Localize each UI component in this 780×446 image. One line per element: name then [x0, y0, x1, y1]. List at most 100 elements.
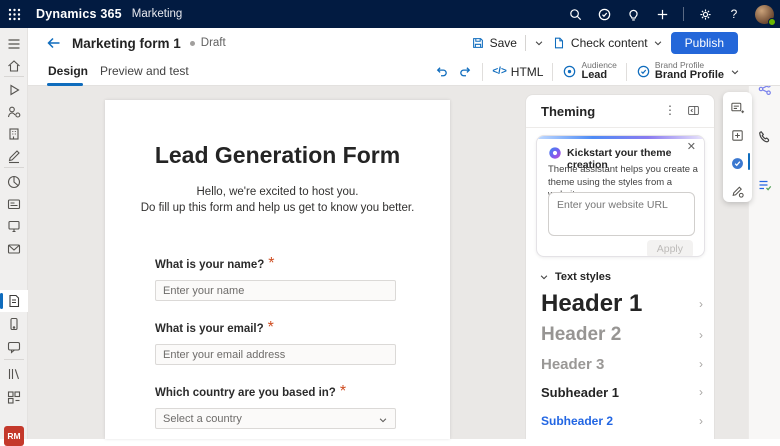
nav-home-icon[interactable]: [6, 58, 22, 74]
waffle-menu-icon[interactable]: [0, 0, 28, 28]
toolbox-active-indicator: [748, 153, 751, 170]
nav-forms-icon[interactable]: [6, 293, 22, 309]
apply-button[interactable]: Apply: [647, 240, 693, 257]
help-icon[interactable]: ?: [726, 6, 742, 22]
app-area[interactable]: Marketing: [132, 8, 183, 20]
style-item-subheader-1[interactable]: Subheader 1 ›: [541, 382, 703, 402]
nav-audience-icon[interactable]: [6, 104, 22, 120]
form-field-email[interactable]: What is your email?*: [155, 319, 396, 365]
theming-panel: Theming ⋮ Kickstart your theme creation …: [525, 94, 715, 439]
check-content-chevron-icon: [653, 38, 663, 48]
toolbar-divider: [626, 63, 627, 81]
save-icon: [471, 36, 485, 50]
nav-selected-indicator: [0, 293, 3, 309]
chevron-right-icon: ›: [699, 385, 703, 399]
nav-mobile-icon[interactable]: [6, 316, 22, 332]
nav-divider: [4, 76, 24, 77]
search-icon[interactable]: [567, 6, 583, 22]
document-icon: [552, 36, 566, 50]
presence-indicator: [768, 18, 776, 26]
audience-icon: [562, 64, 577, 79]
left-nav-rail: RM: [0, 28, 28, 439]
select-chevron-icon: [378, 415, 388, 425]
save-button[interactable]: Save: [471, 36, 517, 50]
active-tab-indicator: [47, 83, 83, 86]
fields-icon[interactable]: [730, 100, 745, 115]
tab-preview-and-test[interactable]: Preview and test: [100, 64, 189, 78]
section-chevron-icon: [539, 272, 549, 282]
kickstart-theme-card: Kickstart your theme creation ✕ Theme as…: [536, 135, 705, 257]
status-badge: Draft: [201, 37, 226, 49]
chevron-right-icon: ›: [699, 414, 703, 428]
nav-library-icon[interactable]: [6, 366, 22, 382]
nav-journeys-icon[interactable]: [6, 218, 22, 234]
save-dropdown-chevron[interactable]: [534, 38, 544, 48]
style-item-subheader-2[interactable]: Subheader 2 ›: [541, 411, 703, 431]
text-styles-section-toggle[interactable]: Text styles: [539, 271, 611, 283]
audience-selector[interactable]: Audience Lead: [562, 61, 616, 81]
chevron-right-icon: ›: [699, 297, 703, 311]
environment-avatar[interactable]: RM: [4, 426, 24, 446]
command-bar: Marketing form 1 Draft Save Check conten…: [28, 28, 780, 58]
phone-icon[interactable]: [757, 129, 773, 145]
close-icon[interactable]: ✕: [687, 142, 696, 153]
redo-icon[interactable]: [458, 64, 473, 79]
chevron-right-icon: ›: [699, 328, 703, 342]
undo-icon[interactable]: [434, 64, 449, 79]
status-dot: [190, 41, 195, 46]
panel-title: Theming: [541, 104, 595, 119]
settings-gear-icon[interactable]: [697, 6, 713, 22]
tab-design[interactable]: Design: [48, 64, 88, 78]
style-item-header-3[interactable]: Header 3 ›: [541, 353, 703, 375]
form-field-name[interactable]: What is your name?*: [155, 255, 396, 301]
nav-divider: [4, 359, 24, 360]
brand-profile-chevron-icon: [730, 67, 740, 77]
lightbulb-icon[interactable]: [625, 6, 641, 22]
nav-email-icon[interactable]: [6, 241, 22, 257]
back-arrow-icon[interactable]: [46, 35, 62, 51]
nav-cards-icon[interactable]: [6, 196, 22, 212]
top-app-bar: Dynamics 365 Marketing ?: [0, 0, 780, 28]
guided-help-icon[interactable]: [596, 6, 612, 22]
email-input[interactable]: [155, 344, 396, 365]
required-asterisk: *: [268, 255, 274, 272]
nav-company-icon[interactable]: [6, 126, 22, 142]
topbar-divider: [683, 7, 684, 21]
html-button[interactable]: </> HTML: [492, 65, 543, 79]
editor-tab-bar: Design Preview and test </> HTML Audienc…: [28, 58, 780, 86]
publish-button[interactable]: Publish: [671, 32, 738, 54]
form-page[interactable]: Lead Generation Form Hello, we're excite…: [105, 100, 450, 439]
form-intro-text[interactable]: Hello, we're excited to host you. Do fil…: [105, 184, 450, 216]
form-heading[interactable]: Lead Generation Form: [105, 142, 450, 169]
country-select[interactable]: Select a country: [155, 408, 396, 429]
nav-divider: [4, 167, 24, 168]
toolbar-divider: [552, 63, 553, 81]
user-avatar[interactable]: [755, 5, 774, 24]
nav-analytics-icon[interactable]: [6, 174, 22, 190]
card-gradient-accent: [537, 136, 704, 139]
more-options-icon[interactable]: ⋮: [664, 103, 676, 117]
personalize-icon[interactable]: [730, 184, 745, 199]
style-item-header-2[interactable]: Header 2 ›: [541, 322, 703, 348]
nav-chat-icon[interactable]: [6, 339, 22, 355]
style-item-header-1[interactable]: Header 1 ›: [541, 289, 703, 319]
app-title[interactable]: Dynamics 365: [36, 7, 122, 21]
checklist-icon[interactable]: [757, 177, 773, 193]
add-element-icon[interactable]: [730, 128, 745, 143]
brand-profile-selector[interactable]: Brand Profile Brand Profile: [636, 61, 740, 81]
nav-get-started-icon[interactable]: [6, 82, 22, 98]
toolbar-divider: [482, 63, 483, 81]
form-field-country[interactable]: Which country are you based in?* Select …: [155, 383, 396, 429]
chevron-right-icon: ›: [699, 357, 703, 371]
website-url-input[interactable]: [548, 192, 695, 236]
theme-icon[interactable]: [730, 156, 745, 171]
editor-toolbox: [723, 92, 752, 202]
check-content-button[interactable]: Check content: [552, 36, 663, 50]
nav-hamburger-icon[interactable]: [6, 36, 22, 52]
plus-icon[interactable]: [654, 6, 670, 22]
name-input[interactable]: [155, 280, 396, 301]
nav-compose-icon[interactable]: [6, 148, 22, 164]
collapse-panel-icon[interactable]: [687, 104, 700, 117]
nav-segments-icon[interactable]: [6, 389, 22, 405]
code-icon: </>: [492, 66, 506, 77]
